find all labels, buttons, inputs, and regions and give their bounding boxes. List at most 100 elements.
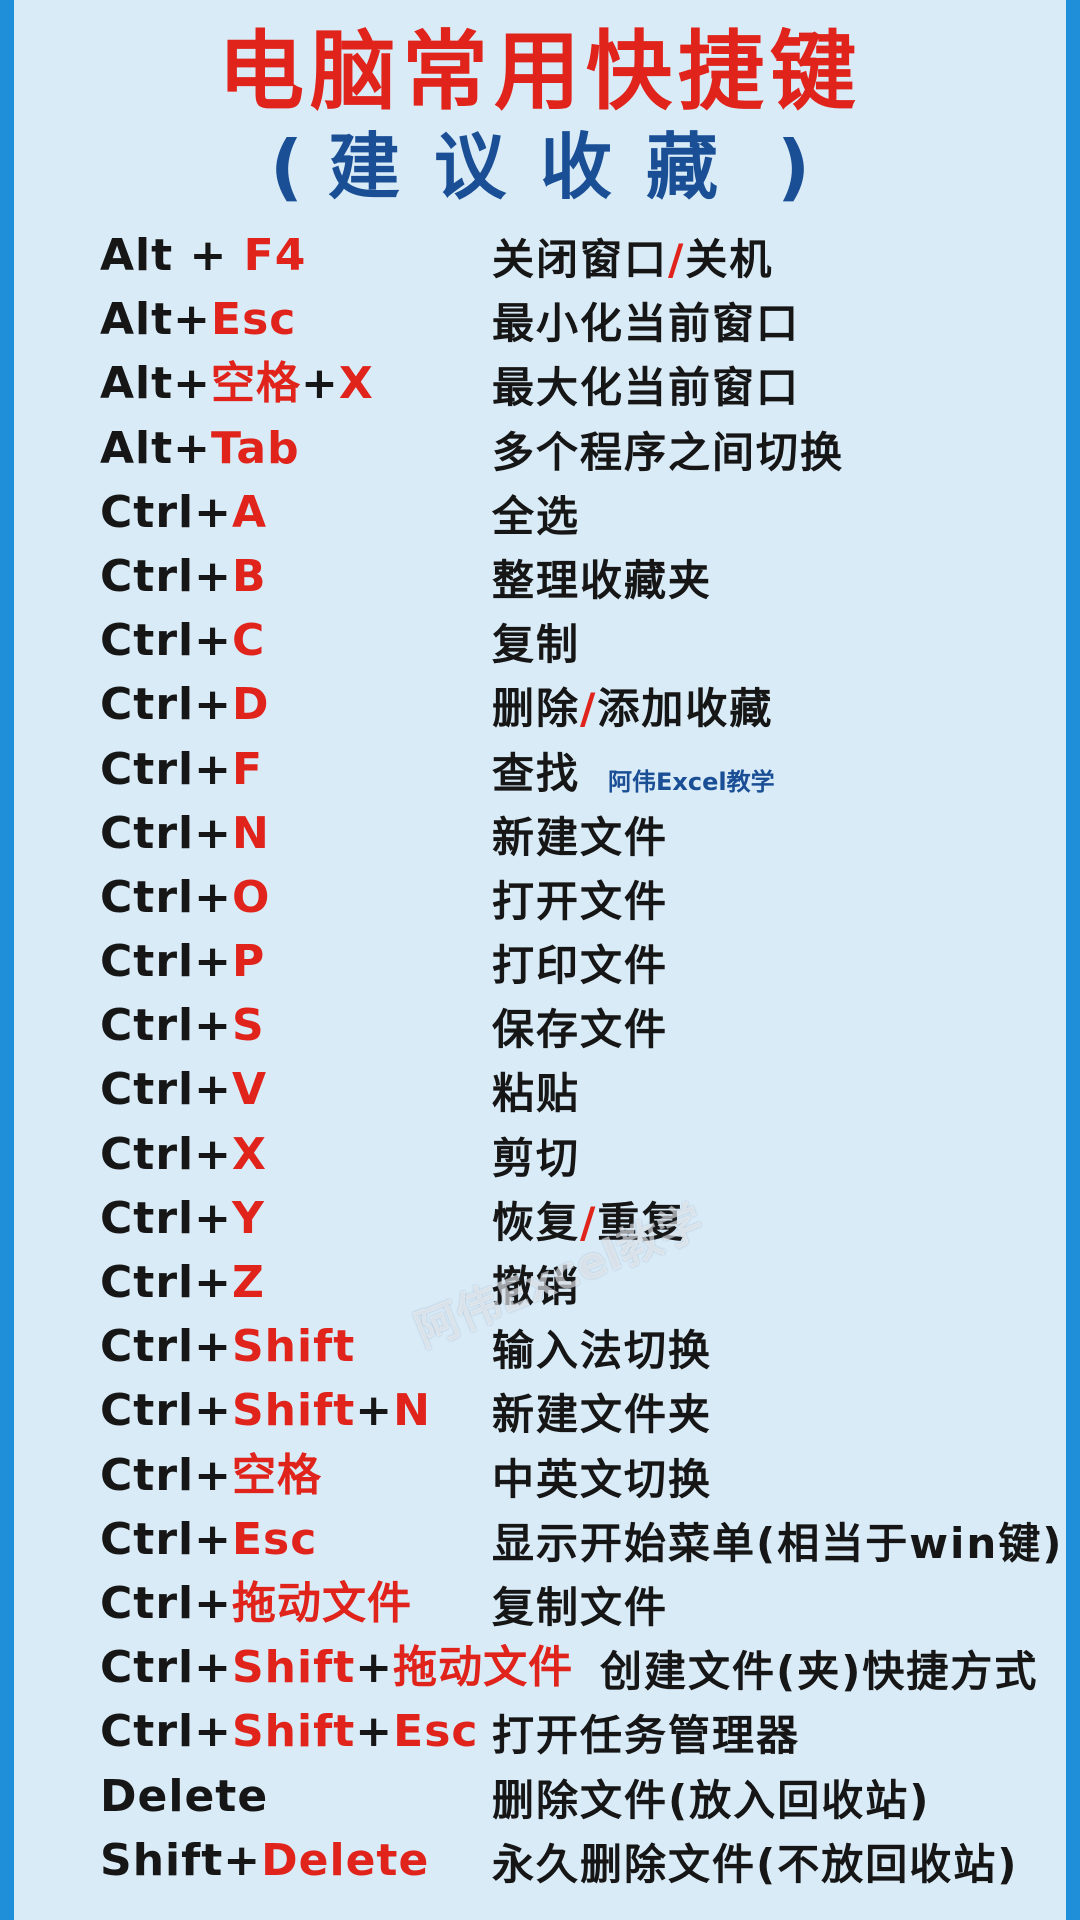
key-segment: P bbox=[231, 936, 266, 988]
shortcut-key: Ctrl+N bbox=[100, 806, 270, 862]
shortcut-description: 输入法切换 bbox=[492, 1323, 712, 1379]
key-segment: 空格 bbox=[211, 358, 302, 410]
description-segment: 最大化当前窗口 bbox=[492, 363, 801, 413]
key-segment: Ctrl+ bbox=[100, 1449, 232, 1501]
key-segment: F bbox=[231, 743, 264, 795]
key-segment: Ctrl+ bbox=[100, 807, 232, 859]
shortcut-key: Ctrl+F bbox=[100, 742, 263, 798]
shortcut-key: Ctrl+Shift+拖动文件 bbox=[100, 1640, 573, 1696]
shortcut-row: Ctrl+V 粘贴 bbox=[100, 1062, 1060, 1126]
key-segment: + bbox=[355, 1642, 394, 1694]
key-segment: V bbox=[231, 1064, 268, 1116]
description-segment: 查找 bbox=[492, 748, 581, 798]
shortcut-description: 最小化当前窗口 bbox=[492, 296, 800, 352]
shortcut-row: Delete 删除文件(放入回收站) bbox=[100, 1769, 1060, 1833]
subtitle-open-paren: ( bbox=[270, 125, 303, 209]
key-segment: C bbox=[231, 615, 266, 667]
subtitle-text: 建议收藏 bbox=[327, 125, 752, 209]
description-segment: 复制 bbox=[492, 620, 581, 670]
shortcut-description: 新建文件夹 bbox=[492, 1387, 712, 1443]
shortcut-row: Ctrl+D 删除/添加收藏 bbox=[100, 677, 1060, 741]
shortcut-key: Alt+Tab bbox=[100, 421, 300, 477]
key-segment: Shift bbox=[231, 1385, 356, 1437]
shortcut-description: 复制文件 bbox=[492, 1580, 668, 1636]
key-segment: Delete bbox=[261, 1834, 430, 1886]
shortcut-description: 保存文件 bbox=[492, 1002, 668, 1058]
key-segment: Ctrl+ bbox=[100, 936, 232, 988]
key-segment: Esc bbox=[393, 1706, 479, 1758]
shortcut-row: Ctrl+Shift+N 新建文件夹 bbox=[100, 1383, 1060, 1447]
shortcut-description: 关闭窗口/关机 bbox=[492, 232, 773, 288]
shortcut-key: Alt+Esc bbox=[100, 292, 296, 348]
description-segment: 全选 bbox=[492, 491, 581, 541]
shortcut-key: Ctrl+拖动文件 bbox=[100, 1576, 412, 1632]
shortcut-key: Ctrl+C bbox=[100, 613, 265, 669]
shortcut-description: 剪切 bbox=[492, 1131, 580, 1187]
key-segment: Ctrl+ bbox=[100, 1000, 232, 1052]
shortcut-row: Alt+空格+X 最大化当前窗口 bbox=[100, 356, 1060, 420]
key-segment: X bbox=[338, 358, 374, 410]
shortcut-row: Ctrl+空格 中英文切换 bbox=[100, 1448, 1060, 1512]
shortcut-description: 删除文件(放入回收站) bbox=[492, 1773, 930, 1829]
key-segment: Ctrl+ bbox=[100, 1192, 232, 1244]
key-segment: Ctrl+ bbox=[100, 550, 232, 602]
shortcut-key: Alt+空格+X bbox=[100, 356, 374, 412]
shortcut-key: Ctrl+Shift+Esc bbox=[100, 1704, 478, 1760]
shortcut-row: Alt + F4 关闭窗口/关机 bbox=[100, 228, 1060, 292]
key-segment: Ctrl+ bbox=[100, 1321, 232, 1373]
key-segment: Shift+ bbox=[100, 1834, 262, 1886]
key-segment: Ctrl+ bbox=[100, 1064, 232, 1116]
key-segment: Alt+ bbox=[100, 422, 212, 474]
key-segment: Y bbox=[231, 1192, 265, 1244]
key-segment: Shift bbox=[231, 1706, 356, 1758]
shortcut-description: 永久删除文件(不放回收站) bbox=[492, 1837, 1018, 1893]
shortcut-row: Ctrl+Shift 输入法切换 bbox=[100, 1319, 1060, 1383]
shortcut-key: Ctrl+Shift bbox=[100, 1319, 355, 1375]
description-segment: 删除 bbox=[492, 684, 581, 734]
shortcut-row: Alt+Tab 多个程序之间切换 bbox=[100, 421, 1060, 485]
key-segment: Ctrl+ bbox=[100, 679, 232, 731]
key-segment: Ctrl+ bbox=[100, 871, 232, 923]
shortcut-row: Ctrl+A 全选 bbox=[100, 485, 1060, 549]
key-segment: + bbox=[301, 358, 339, 410]
shortcut-description: 打开文件 bbox=[492, 874, 668, 930]
description-segment: 添加收藏 bbox=[597, 684, 774, 734]
shortcut-description: 查找 bbox=[492, 746, 580, 802]
key-segment: 拖动文件 bbox=[231, 1577, 412, 1629]
shortcut-description: 多个程序之间切换 bbox=[492, 425, 844, 481]
shortcut-description: 打开任务管理器 bbox=[492, 1708, 800, 1764]
description-segment: 打开文件 bbox=[492, 876, 669, 926]
shortcut-description: 粘贴 bbox=[492, 1066, 580, 1122]
description-segment: 输入法切换 bbox=[492, 1326, 713, 1376]
description-segment: 保存文件 bbox=[492, 1005, 669, 1055]
description-segment: 删除文件(放入回收站) bbox=[492, 1775, 931, 1825]
key-segment: D bbox=[231, 679, 270, 731]
key-segment: B bbox=[231, 550, 267, 602]
description-segment: 显示开始菜单(相当于win键) bbox=[492, 1518, 1064, 1568]
description-segment: 剪切 bbox=[492, 1133, 581, 1183]
shortcut-poster: 电脑常用快捷键 ( 建议收藏 ) Alt + F4 关闭窗口/关机 Alt+Esc 最… bbox=[14, 0, 1066, 1920]
shortcut-key: Ctrl+A bbox=[100, 485, 267, 541]
shortcut-key: Ctrl+Shift+N bbox=[100, 1383, 431, 1439]
description-segment: 最小化当前窗口 bbox=[492, 299, 801, 349]
shortcut-row: Shift+Delete 永久删除文件(不放回收站) bbox=[100, 1833, 1060, 1897]
shortcut-row: Ctrl+O 打开文件 bbox=[100, 870, 1060, 934]
description-segment: 复制文件 bbox=[492, 1582, 669, 1632]
shortcut-description: 删除/添加收藏 bbox=[492, 681, 773, 737]
description-segment: 关闭窗口 bbox=[492, 235, 669, 284]
description-segment: 粘贴 bbox=[492, 1069, 581, 1119]
key-segment: Alt + bbox=[100, 230, 244, 281]
key-segment: Ctrl+ bbox=[100, 1128, 232, 1180]
key-segment: Esc bbox=[211, 294, 297, 346]
key-segment: Ctrl+ bbox=[100, 1706, 232, 1758]
description-segment: / bbox=[668, 235, 686, 284]
description-segment: 多个程序之间切换 bbox=[492, 427, 845, 477]
shortcut-description: 打印文件 bbox=[492, 938, 668, 994]
key-segment: Ctrl+ bbox=[100, 615, 232, 667]
shortcut-row: Ctrl+Esc 显示开始菜单(相当于win键) bbox=[100, 1512, 1062, 1576]
description-segment: 新建文件 bbox=[492, 812, 669, 862]
description-segment: 中英文切换 bbox=[492, 1454, 713, 1504]
key-segment: Ctrl+ bbox=[100, 1577, 232, 1629]
shortcut-description: 复制 bbox=[492, 617, 580, 673]
key-segment: Alt+ bbox=[100, 358, 212, 410]
